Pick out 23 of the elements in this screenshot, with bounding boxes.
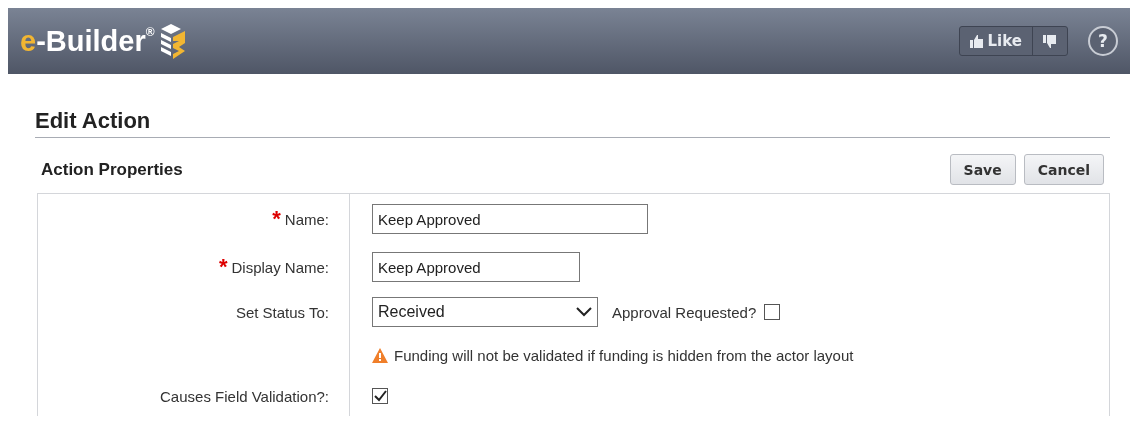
chevron-down-icon xyxy=(576,307,592,317)
cancel-button[interactable]: Cancel xyxy=(1023,154,1104,185)
section-title: Action Properties xyxy=(41,159,184,180)
field-label: * Display Name: xyxy=(218,256,329,278)
logo: e-Builder® xyxy=(20,21,189,61)
field-label: * Name: xyxy=(272,208,329,230)
warning-message: Funding will not be validated if funding is hidden from the actor layout xyxy=(394,346,854,364)
checkbox-label: Approval Requested? xyxy=(612,303,757,321)
required-marker: * xyxy=(272,208,281,230)
status-dropdown[interactable]: Received xyxy=(372,297,598,327)
field-label: Set Status To: xyxy=(235,303,329,321)
field-label: Causes Field Validation?: xyxy=(160,387,329,405)
help-button[interactable]: ? xyxy=(1088,26,1118,56)
checkbox[interactable] xyxy=(764,304,781,320)
thumbs-down-icon xyxy=(1043,34,1057,48)
thumbs-up-icon xyxy=(969,34,984,48)
text-field[interactable]: Keep Approved xyxy=(372,252,580,282)
text-field[interactable]: Keep Approved xyxy=(372,204,648,234)
checkbox[interactable] xyxy=(372,388,388,404)
page-title: Edit Action xyxy=(35,108,1110,138)
warning-icon xyxy=(372,347,388,363)
save-button[interactable]: Save xyxy=(949,154,1016,185)
required-marker: * xyxy=(218,256,228,278)
